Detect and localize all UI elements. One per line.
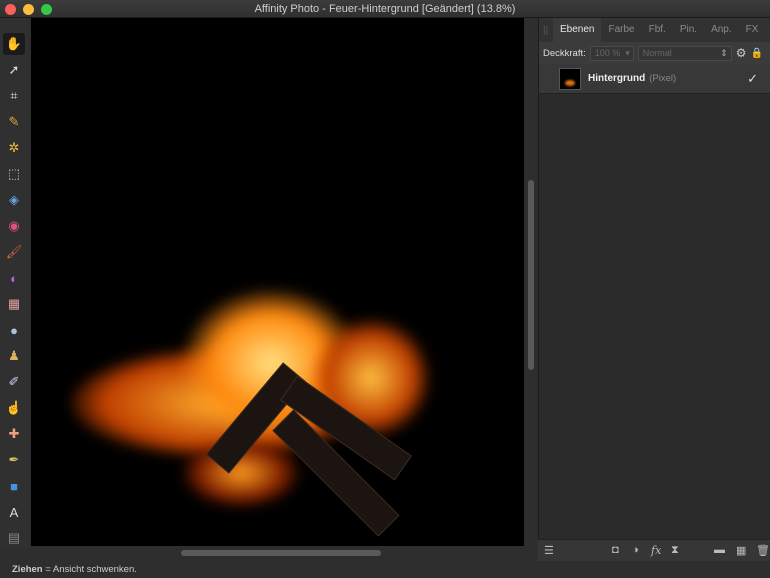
layer-row[interactable]: Hintergrund (Pixel) ✓: [539, 64, 770, 94]
adjustment-icon[interactable]: ◑: [632, 544, 639, 556]
text-icon[interactable]: A: [3, 501, 25, 523]
tab-pin[interactable]: Pin.: [673, 18, 704, 42]
selection-brush-icon[interactable]: ✎: [3, 111, 25, 133]
clone-icon[interactable]: ♟: [3, 345, 25, 367]
paint-brush-icon[interactable]: 🖌: [3, 241, 25, 263]
panel-tabs: || Ebenen Farbe Fbf. Pin. Anp. FX: [539, 18, 770, 42]
tab-fx[interactable]: FX: [739, 18, 766, 42]
layers-panel: || Ebenen Farbe Fbf. Pin. Anp. FX Deckkraft: 1…: [538, 18, 770, 563]
marquee-icon[interactable]: ⬚: [3, 163, 25, 185]
updown-icon: ⇕: [720, 47, 728, 58]
image-canvas[interactable]: [31, 18, 524, 546]
healing-icon[interactable]: ✚: [3, 423, 25, 445]
vertical-scrollbar[interactable]: [528, 180, 534, 370]
tab-ebenen[interactable]: Ebenen: [553, 18, 602, 42]
close-button[interactable]: [5, 4, 16, 15]
layer-type: (Pixel): [649, 73, 677, 84]
mesh-icon[interactable]: ▤: [3, 527, 25, 549]
hand-icon[interactable]: ✋: [3, 33, 25, 55]
lock-icon[interactable]: 🔒: [751, 48, 763, 59]
minimize-button[interactable]: [23, 4, 34, 15]
horizontal-scrollbar[interactable]: [181, 550, 381, 556]
layer-name: Hintergrund: [588, 73, 646, 84]
status-bar: Ziehen = Ansicht schwenken.: [0, 561, 770, 578]
tools-panel: ✋ ➚ ⌗ ✎ ✲ ⬚ ◈ ◉ 🖌 ◐ ▦ ● ♟ ✐ ☝ ✚ ✒ ■ A ▤: [0, 18, 28, 548]
zoom-button[interactable]: [41, 4, 52, 15]
rectangle-icon[interactable]: ■: [3, 475, 25, 497]
opacity-field[interactable]: 100 % ▾: [589, 45, 634, 61]
flood-select-icon[interactable]: ✲: [3, 137, 25, 159]
layer-thumbnail: [559, 67, 581, 90]
tab-farbe[interactable]: Farbe: [601, 18, 641, 42]
live-filter-icon[interactable]: ⧗: [671, 544, 679, 557]
dodge-icon[interactable]: ●: [3, 319, 25, 341]
color-replace-icon[interactable]: ◐: [3, 267, 25, 289]
crop-icon[interactable]: ⌗: [3, 85, 25, 107]
fx-icon[interactable]: fx: [651, 544, 661, 557]
pen-icon[interactable]: ✒: [3, 449, 25, 471]
layers-stack-icon[interactable]: ☰: [544, 544, 554, 557]
smudge-icon[interactable]: ☝: [3, 397, 25, 419]
opacity-label: Deckkraft:: [543, 47, 586, 59]
blend-mode-select[interactable]: Normal ⇕: [637, 45, 732, 61]
tab-fbf[interactable]: Fbf.: [642, 18, 673, 42]
tab-anp[interactable]: Anp.: [704, 18, 739, 42]
title-bar: Affinity Photo - Feuer-Hintergrund [Geän…: [0, 0, 770, 18]
window-title: Affinity Photo - Feuer-Hintergrund [Geän…: [254, 3, 516, 15]
color-picker-icon[interactable]: ◉: [3, 215, 25, 237]
move-icon[interactable]: ➚: [3, 59, 25, 81]
new-layer-icon[interactable]: ▦: [736, 544, 746, 557]
visibility-checkbox[interactable]: ✓: [747, 71, 758, 87]
gear-icon[interactable]: ⚙: [736, 46, 747, 60]
mask-icon[interactable]: ◘: [612, 544, 619, 556]
folder-icon[interactable]: ▬: [714, 544, 725, 556]
trash-icon[interactable]: 🗑: [756, 544, 770, 557]
fill-icon[interactable]: ◈: [3, 189, 25, 211]
chevron-down-icon: ▾: [625, 47, 630, 58]
erase-icon[interactable]: ▦: [3, 293, 25, 315]
layers-bottom-bar: ☰ ◘ ◑ fx ⧗ ▬ ▦ 🗑: [538, 539, 770, 561]
retouch-icon[interactable]: ✐: [3, 371, 25, 393]
